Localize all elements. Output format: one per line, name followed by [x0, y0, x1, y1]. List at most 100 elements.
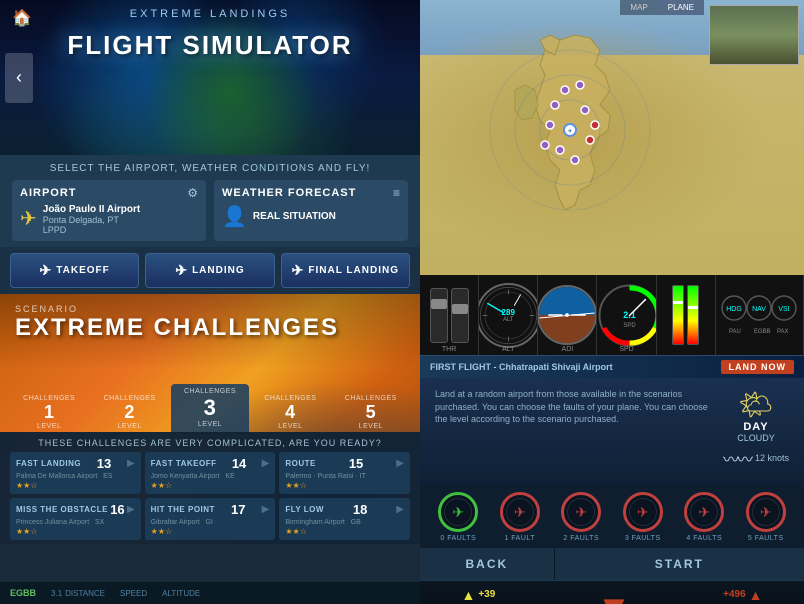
tab2-num: 2 [92, 402, 166, 423]
weather-text: REAL SITUATION [253, 211, 336, 222]
challenge-14-airport: Jomo Kenyatta Airport KE [151, 473, 270, 480]
svg-text:HDG: HDG [727, 306, 743, 313]
throttle-lever-1[interactable] [430, 288, 448, 343]
start-button[interactable]: START [555, 548, 804, 580]
challenge-tab-1[interactable]: CHALLENGES 1 LEVEL [10, 391, 88, 434]
bottom-hud: ▲ +39 254 knots ▼ +496 ▲ 1779 ft [420, 580, 804, 604]
challenge-17-arrow: ▶ [262, 504, 270, 515]
action-buttons-row: ✈ TAKEOFF ✈ LANDING ✈ FINAL LANDING [0, 247, 420, 294]
landing-button[interactable]: ✈ LANDING [145, 253, 274, 288]
map-section: MAP PLANE ✈ [420, 0, 804, 275]
fault-section: ✈ 0 FAULTS ✈ 1 FAULT ✈ 2 FAULTS [420, 484, 804, 548]
challenge-15-airport: Palermo · Punta Raisi · IT [285, 473, 404, 480]
challenges-header: SCENARIO EXTREME CHALLENGES [15, 304, 339, 342]
airport-label: AIRPORT [20, 187, 77, 199]
weather-main-icon: 🌤 [738, 388, 774, 421]
map-tabs: MAP PLANE [620, 0, 704, 15]
nav-back-button[interactable]: ‹ [5, 53, 33, 103]
weather-box[interactable]: WEATHER FORECAST ≡ 👤 REAL SITUATION [214, 180, 408, 241]
fault-1[interactable]: ✈ 1 FAULT [492, 492, 549, 542]
final-landing-button[interactable]: ✈ FINAL LANDING [281, 253, 410, 288]
challenge-item-18[interactable]: FLY LOW 18 ▶ Birmingham Airport GB ★★☆ [279, 498, 410, 540]
back-button[interactable]: BACK [420, 548, 555, 580]
filter-icon[interactable]: ≡ [393, 186, 400, 200]
tab5-challenges-label: CHALLENGES [334, 395, 408, 402]
fault-2-inner-ring [567, 498, 595, 526]
fault-0-label: 0 FAULTS [440, 535, 476, 542]
challenge-18-name: FLY LOW [285, 505, 324, 514]
tab4-challenges-label: CHALLENGES [253, 395, 327, 402]
back-start-row: BACK START [420, 548, 804, 580]
altitude-info: ALTITUDE [162, 589, 200, 598]
egbb-label: EGBB [10, 588, 36, 598]
tab1-challenges-label: CHALLENGES [12, 395, 86, 402]
challenge-16-num: 16 [110, 502, 124, 517]
map-tab-plane[interactable]: PLANE [658, 0, 704, 15]
fault-5-circle: ✈ [746, 492, 786, 532]
challenge-item-16[interactable]: MISS THE OBSTACLE 16 ▶ Princess Juliana … [10, 498, 141, 540]
challenge-item-15[interactable]: ROUTE 15 ▶ Palermo · Punta Raisi · IT ★★… [279, 452, 410, 494]
challenge-item-17[interactable]: HIT THE POINT 17 ▶ Gibraltar Airport GI … [145, 498, 276, 540]
weather-condition-block: 🌤 DAY CLOUDY 〰〰 12 knots [723, 388, 789, 470]
fault-5[interactable]: ✈ 5 FAULTS [738, 492, 795, 542]
challenge-18-stars: ★★☆ [285, 527, 404, 536]
challenge-tab-3[interactable]: CHALLENGES 3 LEVEL [171, 384, 249, 434]
throttle-lever-2[interactable] [451, 288, 469, 343]
takeoff-icon: ✈ [40, 262, 53, 279]
challenge-13-stars: ★★☆ [16, 481, 135, 490]
challenge-14-num: 14 [232, 456, 246, 471]
challenge-17-name: HIT THE POINT [151, 505, 215, 514]
fault-4-circle: ✈ [684, 492, 724, 532]
challenge-16-arrow: ▶ [127, 504, 135, 515]
altimeter-instrument: 289 ALT ALT [479, 275, 538, 355]
fault-5-inner-ring [752, 498, 780, 526]
fault-0[interactable]: ✈ 0 FAULTS [430, 492, 487, 542]
tab4-level-label: LEVEL [253, 423, 327, 430]
page-title: FLIGHT SIMULATOR [67, 30, 352, 61]
wind-info: 〰〰 12 knots [723, 446, 789, 470]
fault-3-circle: ✈ [623, 492, 663, 532]
artificial-horizon [538, 285, 597, 345]
challenge-13-arrow: ▶ [127, 458, 135, 469]
weather-condition: CLOUDY [737, 433, 775, 443]
fault-3-inner-ring [629, 498, 657, 526]
instruments-panel: THR 289 ALT [420, 275, 804, 355]
speed-value: 254 [461, 601, 504, 604]
weather-label: WEATHER FORECAST [222, 187, 356, 199]
distance-value: 3.1 [51, 589, 62, 598]
fault-2[interactable]: ✈ 2 FAULTS [553, 492, 610, 542]
fault-0-inner-ring [444, 498, 472, 526]
tab1-level-label: LEVEL [12, 423, 86, 430]
throttle-area [425, 283, 474, 348]
tab1-num: 1 [12, 402, 86, 423]
gear-icon[interactable]: ⚙ [187, 186, 198, 200]
weather-info: 👤 REAL SITUATION [222, 204, 400, 229]
svg-text:PAU: PAU [729, 329, 741, 335]
challenges-section: SCENARIO EXTREME CHALLENGES CHALLENGES 1… [0, 294, 420, 544]
airport-box[interactable]: AIRPORT ⚙ ✈ João Paulo II Airport Ponta … [12, 180, 206, 241]
challenge-13-num: 13 [97, 456, 111, 471]
final-landing-label: FINAL LANDING [308, 265, 399, 276]
fault-4[interactable]: ✈ 4 FAULTS [676, 492, 733, 542]
fault-1-circle: ✈ [500, 492, 540, 532]
challenge-tab-5[interactable]: CHALLENGES 5 LEVEL [332, 391, 410, 434]
tab5-level-label: LEVEL [334, 423, 408, 430]
challenge-tab-4[interactable]: CHALLENGES 4 LEVEL [251, 391, 329, 434]
challenge-tab-2[interactable]: CHALLENGES 2 LEVEL [90, 391, 168, 434]
home-icon[interactable]: 🏠 [12, 8, 32, 28]
challenge-15-stars: ★★☆ [285, 481, 404, 490]
tab3-challenges-label: CHALLENGES [173, 388, 247, 395]
fault-0-circle: ✈ [438, 492, 478, 532]
challenge-14-stars: ★★☆ [151, 481, 270, 490]
takeoff-button[interactable]: ✈ TAKEOFF [10, 253, 139, 288]
challenges-title: EXTREME CHALLENGES [15, 314, 339, 342]
challenge-item-13[interactable]: FAST LANDING 13 ▶ Palma De Mallorca Airp… [10, 452, 141, 494]
svg-text:PAX: PAX [777, 329, 789, 335]
challenge-17-num: 17 [231, 502, 245, 517]
challenge-item-14[interactable]: FAST TAKEOFF 14 ▶ Jomo Kenyatta Airport … [145, 452, 276, 494]
fault-3[interactable]: ✈ 3 FAULTS [615, 492, 672, 542]
challenge-15-arrow: ▶ [396, 458, 404, 469]
challenge-15-name: ROUTE [285, 459, 316, 468]
vertical-bars-instrument [657, 275, 716, 355]
map-tab-map[interactable]: MAP [620, 0, 657, 15]
